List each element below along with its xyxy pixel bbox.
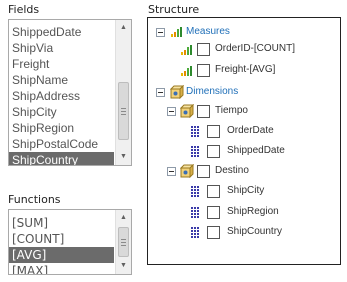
fields-item[interactable]: ShipRegion — [9, 120, 114, 136]
fields-item[interactable]: ShippedDate — [9, 24, 114, 40]
measures-label: Measures — [186, 26, 230, 37]
structure-label: Structure — [148, 3, 200, 16]
functions-label: Functions — [8, 193, 61, 206]
measure-checkbox[interactable] — [197, 43, 210, 56]
dimension-checkbox[interactable] — [197, 105, 210, 118]
functions-items: [SUM] [COUNT] [AVG] [MAX] — [9, 215, 114, 274]
level-checkbox[interactable] — [207, 185, 220, 198]
level-grid-icon — [191, 186, 200, 197]
fields-item[interactable]: ShipPostalCode — [9, 136, 114, 152]
measure-item[interactable]: OrderID-[COUNT] — [148, 40, 338, 58]
level-grid-icon — [191, 146, 200, 157]
measure-bar-icon — [181, 65, 193, 76]
tree-node-dimension[interactable]: Tiempo — [148, 103, 338, 121]
measure-bar-icon — [181, 44, 193, 55]
dimension-cube-icon — [180, 164, 194, 178]
dimension-label: Destino — [215, 165, 249, 176]
level-label: ShipCountry — [227, 226, 283, 237]
functions-item-selected[interactable]: [AVG] — [9, 247, 114, 263]
measure-label: Freight-[AVG] — [215, 64, 276, 75]
fields-item[interactable]: ShipName — [9, 72, 114, 88]
level-item[interactable]: ShipCountry — [148, 223, 338, 241]
dimension-label: Tiempo — [215, 105, 248, 116]
fields-item[interactable]: ShipCity — [9, 104, 114, 120]
tree-node-dimension[interactable]: Destino — [148, 163, 338, 181]
level-item[interactable]: OrderDate — [148, 122, 338, 140]
structure-tree[interactable]: Measures OrderID-[COUNT] Freight-[AVG] D… — [147, 17, 341, 265]
fields-item[interactable]: ShipVia — [9, 40, 114, 56]
measure-item[interactable]: Freight-[AVG] — [148, 61, 338, 79]
measures-bar-icon — [171, 26, 183, 37]
fields-item[interactable]: ShipAddress — [9, 88, 114, 104]
fields-items: ShippedDate ShipVia Freight ShipName Shi… — [9, 24, 114, 165]
collapse-icon[interactable] — [156, 88, 165, 97]
dimension-checkbox[interactable] — [197, 165, 210, 178]
functions-item[interactable]: [COUNT] — [9, 231, 114, 247]
level-label: ShipCity — [227, 185, 265, 196]
level-checkbox[interactable] — [207, 226, 220, 239]
level-grid-icon — [191, 227, 200, 238]
tree-node-dimensions[interactable]: Dimensions — [148, 85, 338, 103]
functions-scrollbar[interactable]: ▲ ▼ — [115, 210, 131, 274]
collapse-icon[interactable] — [167, 107, 176, 116]
dimension-cube-icon — [170, 85, 184, 99]
level-item[interactable]: ShipCity — [148, 182, 338, 200]
level-grid-icon — [191, 126, 200, 137]
fields-item[interactable]: Freight — [9, 56, 114, 72]
functions-item[interactable]: [MAX] — [9, 263, 114, 274]
dimensions-label: Dimensions — [186, 86, 239, 97]
collapse-icon[interactable] — [167, 167, 176, 176]
level-checkbox[interactable] — [207, 125, 220, 138]
scroll-thumb[interactable] — [118, 82, 129, 140]
level-checkbox[interactable] — [207, 145, 220, 158]
level-grid-icon — [191, 207, 200, 218]
level-label: ShipRegion — [227, 206, 279, 217]
level-checkbox[interactable] — [207, 206, 220, 219]
measure-checkbox[interactable] — [197, 64, 210, 77]
scroll-down-arrow-icon[interactable]: ▼ — [116, 149, 131, 165]
scroll-thumb[interactable] — [118, 227, 129, 257]
fields-item-selected[interactable]: ShipCountry — [9, 152, 114, 165]
scroll-up-arrow-icon[interactable]: ▲ — [116, 20, 131, 36]
fields-label: Fields — [8, 3, 40, 16]
scroll-down-arrow-icon[interactable]: ▼ — [116, 258, 131, 274]
collapse-icon[interactable] — [156, 28, 165, 37]
functions-listbox[interactable]: [SUM] [COUNT] [AVG] [MAX] ▲ ▼ — [8, 209, 132, 275]
measure-label: OrderID-[COUNT] — [215, 43, 295, 54]
level-label: ShippedDate — [227, 145, 285, 156]
functions-item[interactable]: [SUM] — [9, 215, 114, 231]
fields-scrollbar[interactable]: ▲ ▼ — [115, 20, 131, 165]
level-label: OrderDate — [227, 125, 274, 136]
level-item[interactable]: ShippedDate — [148, 142, 338, 160]
dimension-cube-icon — [180, 104, 194, 118]
scroll-up-arrow-icon[interactable]: ▲ — [116, 210, 131, 226]
level-item[interactable]: ShipRegion — [148, 203, 338, 221]
fields-listbox[interactable]: ShippedDate ShipVia Freight ShipName Shi… — [8, 19, 132, 166]
